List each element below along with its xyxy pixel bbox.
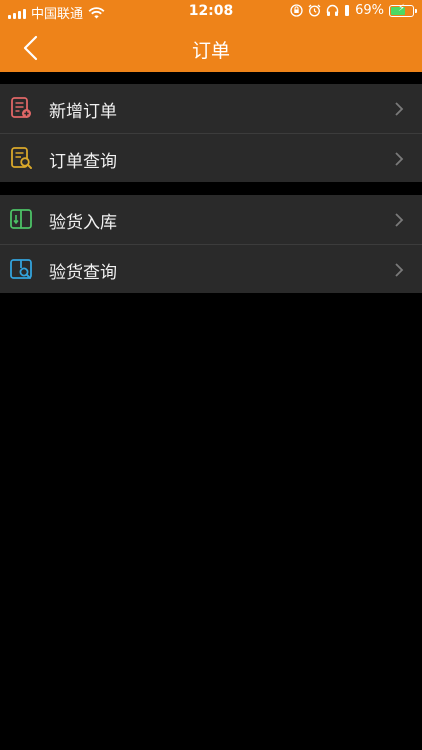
menu-group-orders: 新增订单 订单查询 — [0, 84, 422, 182]
menu-group-inspection: 验货入库 验货查询 — [0, 195, 422, 293]
page-title: 订单 — [191, 40, 230, 62]
headphones-icon — [326, 4, 339, 16]
new-order-icon — [11, 97, 31, 118]
menu-item-label: 新增订单 — [49, 102, 117, 122]
chevron-right-icon — [395, 213, 404, 227]
menu-item-inspection-search[interactable]: 验货查询 — [0, 244, 422, 293]
menu-item-stock-in[interactable]: 验货入库 — [0, 195, 422, 244]
menu-item-order-search[interactable]: 订单查询 — [0, 133, 422, 182]
menu-item-label: 验货查询 — [49, 263, 117, 283]
chevron-right-icon — [395, 263, 404, 277]
charging-bolt-icon: ⚡ — [397, 2, 406, 14]
app-header: 中国联通 12:08 69% ⚡ 订单 — [0, 0, 422, 72]
menu-item-label: 订单查询 — [49, 152, 117, 172]
alarm-icon — [308, 4, 321, 17]
order-search-icon — [11, 147, 32, 169]
battery-icon: ⚡ — [389, 2, 417, 17]
chevron-right-icon — [395, 102, 404, 116]
location-icon — [345, 5, 350, 16]
menu-item-new-order[interactable]: 新增订单 — [0, 84, 422, 133]
status-right: 69% ⚡ — [290, 2, 417, 18]
chevron-right-icon — [395, 152, 404, 166]
inspection-search-icon — [10, 259, 32, 279]
status-bar: 中国联通 12:08 69% ⚡ — [0, 0, 422, 24]
rotation-lock-icon — [290, 4, 303, 17]
nav-bar: 订单 — [0, 24, 422, 72]
stock-in-icon — [10, 209, 32, 229]
battery-percent: 69% — [355, 3, 384, 18]
menu-item-label: 验货入库 — [49, 213, 117, 233]
